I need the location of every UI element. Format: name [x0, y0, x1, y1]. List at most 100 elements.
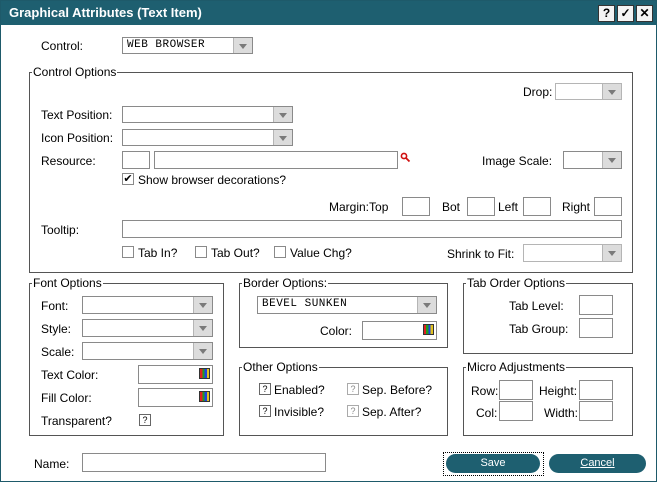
resource-label: Resource:: [41, 154, 96, 168]
help-icon[interactable]: ?: [598, 5, 615, 22]
col-input[interactable]: [499, 401, 533, 421]
chevron-down-icon: [273, 130, 292, 145]
search-icon[interactable]: [400, 152, 411, 163]
title-bar: Graphical Attributes (Text Item) ? ✓ ✕: [1, 1, 656, 25]
scale-select[interactable]: [82, 342, 213, 360]
margin-top-label: Margin:Top: [329, 200, 389, 214]
chevron-down-icon: [273, 107, 292, 122]
text-color-input[interactable]: [138, 365, 213, 384]
name-label: Name:: [34, 457, 70, 471]
shrink-to-fit-select[interactable]: [523, 244, 622, 262]
sep-after-checkbox[interactable]: ?: [347, 405, 359, 417]
shrink-to-fit-label: Shrink to Fit:: [447, 247, 515, 261]
height-input[interactable]: [579, 380, 613, 400]
save-button[interactable]: Save: [446, 454, 540, 473]
chevron-down-icon: [193, 343, 212, 359]
margin-left-label: Left: [498, 200, 519, 214]
color-picker-icon[interactable]: [199, 391, 210, 402]
tab-order-group: Tab Order Options: [463, 276, 633, 354]
tab-group-input[interactable]: [579, 318, 613, 338]
invisible-checkbox[interactable]: ?: [259, 405, 271, 417]
margin-right-label: Right: [562, 200, 591, 214]
control-select[interactable]: WEB BROWSER: [122, 37, 253, 54]
fill-color-label: Fill Color:: [41, 391, 92, 405]
border-style-select[interactable]: BEVEL SUNKEN: [257, 296, 437, 314]
cancel-button[interactable]: Cancel: [549, 454, 646, 473]
transparent-label: Transparent?: [41, 414, 112, 428]
show-decorations-checkbox[interactable]: ✔: [122, 173, 134, 185]
chevron-down-icon: [602, 245, 621, 261]
sep-before-label: Sep. Before?: [362, 383, 433, 397]
icon-position-select[interactable]: [122, 129, 293, 146]
border-color-label: Color:: [320, 324, 353, 338]
fill-color-input[interactable]: [138, 388, 213, 407]
width-label: Width:: [544, 406, 579, 420]
value-chg-label: Value Chg?: [290, 246, 352, 260]
tooltip-label: Tooltip:: [41, 223, 80, 237]
margin-top-input[interactable]: [402, 197, 430, 216]
transparent-checkbox[interactable]: ?: [139, 414, 151, 426]
text-color-label: Text Color:: [41, 368, 99, 382]
resource-type-input[interactable]: [122, 151, 150, 169]
text-position-label: Text Position:: [41, 108, 113, 122]
chevron-down-icon: [417, 297, 436, 313]
control-options-legend: Control Options: [33, 65, 117, 79]
style-select[interactable]: [82, 319, 213, 337]
enabled-checkbox[interactable]: ?: [259, 383, 271, 395]
margin-bot-label: Bot: [442, 200, 461, 214]
drop-select[interactable]: [555, 83, 622, 100]
text-position-select[interactable]: [122, 106, 293, 123]
resource-input[interactable]: [154, 151, 398, 169]
border-color-input[interactable]: [362, 321, 437, 340]
chevron-down-icon: [193, 320, 212, 336]
font-options-legend: Font Options: [33, 276, 102, 290]
color-picker-icon[interactable]: [423, 324, 434, 335]
invisible-label: Invisible?: [274, 405, 325, 419]
enabled-label: Enabled?: [274, 383, 325, 397]
tab-in-checkbox[interactable]: [122, 246, 134, 258]
row-input[interactable]: [499, 380, 533, 400]
tab-in-label: Tab In?: [138, 246, 178, 260]
other-options-group: Other Options: [239, 360, 448, 436]
col-label: Col:: [476, 406, 498, 420]
margin-right-input[interactable]: [594, 197, 622, 216]
font-select[interactable]: [82, 296, 213, 314]
border-options-legend: Border Options:: [243, 276, 328, 290]
show-decorations-label: Show browser decorations?: [138, 173, 287, 187]
tab-out-label: Tab Out?: [211, 246, 260, 260]
scale-label: Scale:: [41, 345, 75, 359]
icon-position-label: Icon Position:: [41, 131, 114, 145]
tab-out-checkbox[interactable]: [195, 246, 207, 258]
micro-adjustments-legend: Micro Adjustments: [467, 360, 566, 374]
chevron-down-icon: [602, 84, 621, 99]
border-style-value: BEVEL SUNKEN: [262, 298, 348, 310]
image-scale-label: Image Scale:: [482, 154, 553, 168]
tab-level-label: Tab Level:: [509, 299, 564, 313]
close-icon[interactable]: ✕: [636, 5, 653, 22]
window-title: Graphical Attributes (Text Item): [9, 5, 202, 20]
chevron-down-icon: [233, 38, 252, 53]
tab-order-legend: Tab Order Options: [467, 276, 566, 290]
height-label: Height:: [539, 384, 578, 398]
name-input[interactable]: [82, 453, 326, 472]
control-value: WEB BROWSER: [127, 39, 206, 51]
tab-level-input[interactable]: [579, 295, 613, 315]
font-label: Font:: [41, 299, 69, 313]
ok-check-icon[interactable]: ✓: [617, 5, 634, 22]
tooltip-input[interactable]: [122, 220, 622, 238]
value-chg-checkbox[interactable]: [274, 246, 286, 258]
color-picker-icon[interactable]: [199, 368, 210, 379]
chevron-down-icon: [193, 297, 212, 313]
other-options-legend: Other Options: [243, 360, 318, 374]
style-label: Style:: [41, 322, 72, 336]
margin-bot-input[interactable]: [467, 197, 495, 216]
dialog-window: Graphical Attributes (Text Item) ? ✓ ✕ C…: [0, 0, 657, 482]
row-label: Row:: [471, 384, 499, 398]
margin-left-input[interactable]: [523, 197, 551, 216]
sep-before-checkbox[interactable]: ?: [347, 383, 359, 395]
sep-after-label: Sep. After?: [362, 405, 422, 419]
chevron-down-icon: [602, 152, 621, 168]
width-input[interactable]: [579, 401, 613, 421]
image-scale-select[interactable]: [563, 151, 622, 169]
drop-label: Drop:: [523, 85, 553, 99]
